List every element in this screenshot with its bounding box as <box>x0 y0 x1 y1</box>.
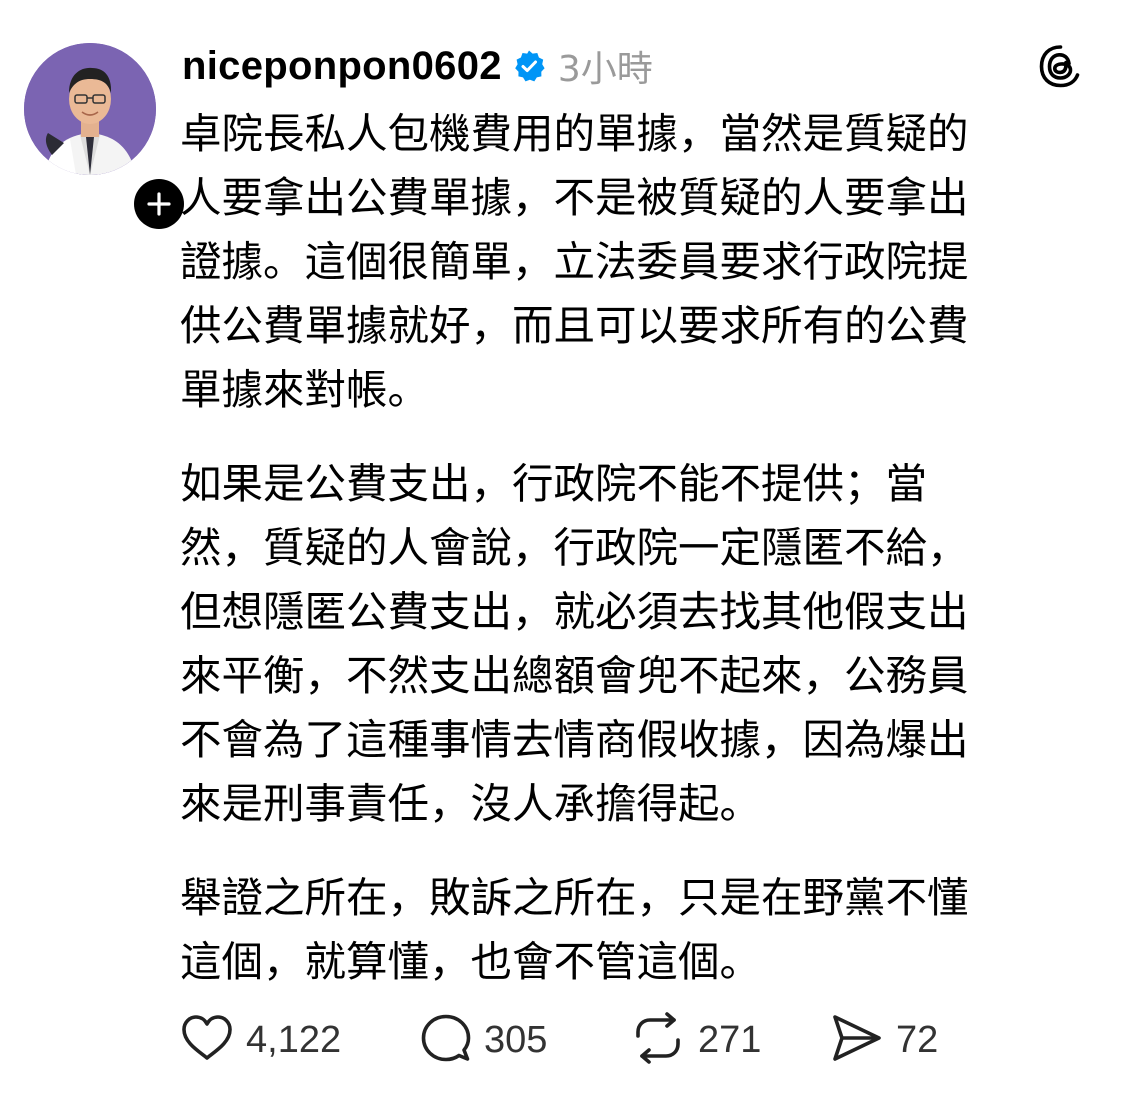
repost-button[interactable]: 271 <box>630 1012 830 1068</box>
post-text-line: 如果是公費支出，行政院不能不提供；當 <box>180 459 928 508</box>
share-button[interactable]: 72 <box>830 1012 970 1068</box>
avatar-container <box>24 43 189 234</box>
post-text-line: 來平衡，不然支出總額會兜不起來，公務員 <box>180 651 969 700</box>
post-text-line: 供公費單據就好，而且可以要求所有的公費 <box>180 301 969 350</box>
avatar-photo <box>24 43 156 175</box>
post-actions: 4,122 305 271 72 <box>180 1012 970 1068</box>
post-paragraph-3: 舉證之所在，敗訴之所在，只是在野黨不懂 這個，就算懂，也會不管這個。 <box>180 866 1060 994</box>
post-text-line: 來是刑事責任，沒人承擔得起。 <box>180 779 762 828</box>
threads-logo-icon[interactable] <box>1036 42 1084 90</box>
post-timestamp: 3小時 <box>557 49 653 90</box>
send-icon <box>830 1012 884 1068</box>
post-body: 卓院長私人包機費用的單據，當然是質疑的 人要拿出公費單據，不是被質疑的人要拿出 … <box>180 102 1060 1024</box>
share-count: 72 <box>896 1018 939 1061</box>
post-text-line: 證據。這個很簡單，立法委員要求行政院提 <box>180 237 969 286</box>
post-text-line: 單據來對帳。 <box>180 365 430 414</box>
like-button[interactable]: 4,122 <box>180 1013 380 1067</box>
repost-count: 271 <box>698 1018 762 1061</box>
post-text-line: 但想隱匿公費支出，就必須去找其他假支出 <box>180 587 969 636</box>
post-paragraph-2: 如果是公費支出，行政院不能不提供；當 然，質疑的人會說，行政院一定隱匿不給， 但… <box>180 452 1060 836</box>
heart-icon <box>180 1013 234 1067</box>
verified-badge-icon <box>512 49 546 83</box>
post-header: niceponpon0602 3小時 <box>182 38 653 94</box>
plus-icon <box>134 179 184 229</box>
comment-bubble-icon <box>420 1012 472 1068</box>
post-text-line: 不會為了這種事情去情商假收據，因為爆出 <box>180 715 969 764</box>
avatar[interactable] <box>24 43 156 175</box>
reply-button[interactable]: 305 <box>420 1012 630 1068</box>
reply-count: 305 <box>484 1018 548 1061</box>
post-text-line: 這個，就算懂，也會不管這個。 <box>180 937 762 986</box>
post-text-line: 舉證之所在，敗訴之所在，只是在野黨不懂 <box>180 873 969 922</box>
like-count: 4,122 <box>246 1018 342 1061</box>
post-text-line: 然，質疑的人會說，行政院一定隱匿不給， <box>180 523 969 572</box>
post-text-line: 人要拿出公費單據，不是被質疑的人要拿出 <box>180 173 969 222</box>
post-text-line: 卓院長私人包機費用的單據，當然是質疑的 <box>180 109 969 158</box>
post-paragraph-1: 卓院長私人包機費用的單據，當然是質疑的 人要拿出公費單據，不是被質疑的人要拿出 … <box>180 102 1060 422</box>
repost-icon <box>630 1012 686 1068</box>
threads-post: niceponpon0602 3小時 卓院長私人包機費用的單據，當然是質疑的 人… <box>0 0 1125 1103</box>
username-link[interactable]: niceponpon0602 <box>182 44 502 89</box>
